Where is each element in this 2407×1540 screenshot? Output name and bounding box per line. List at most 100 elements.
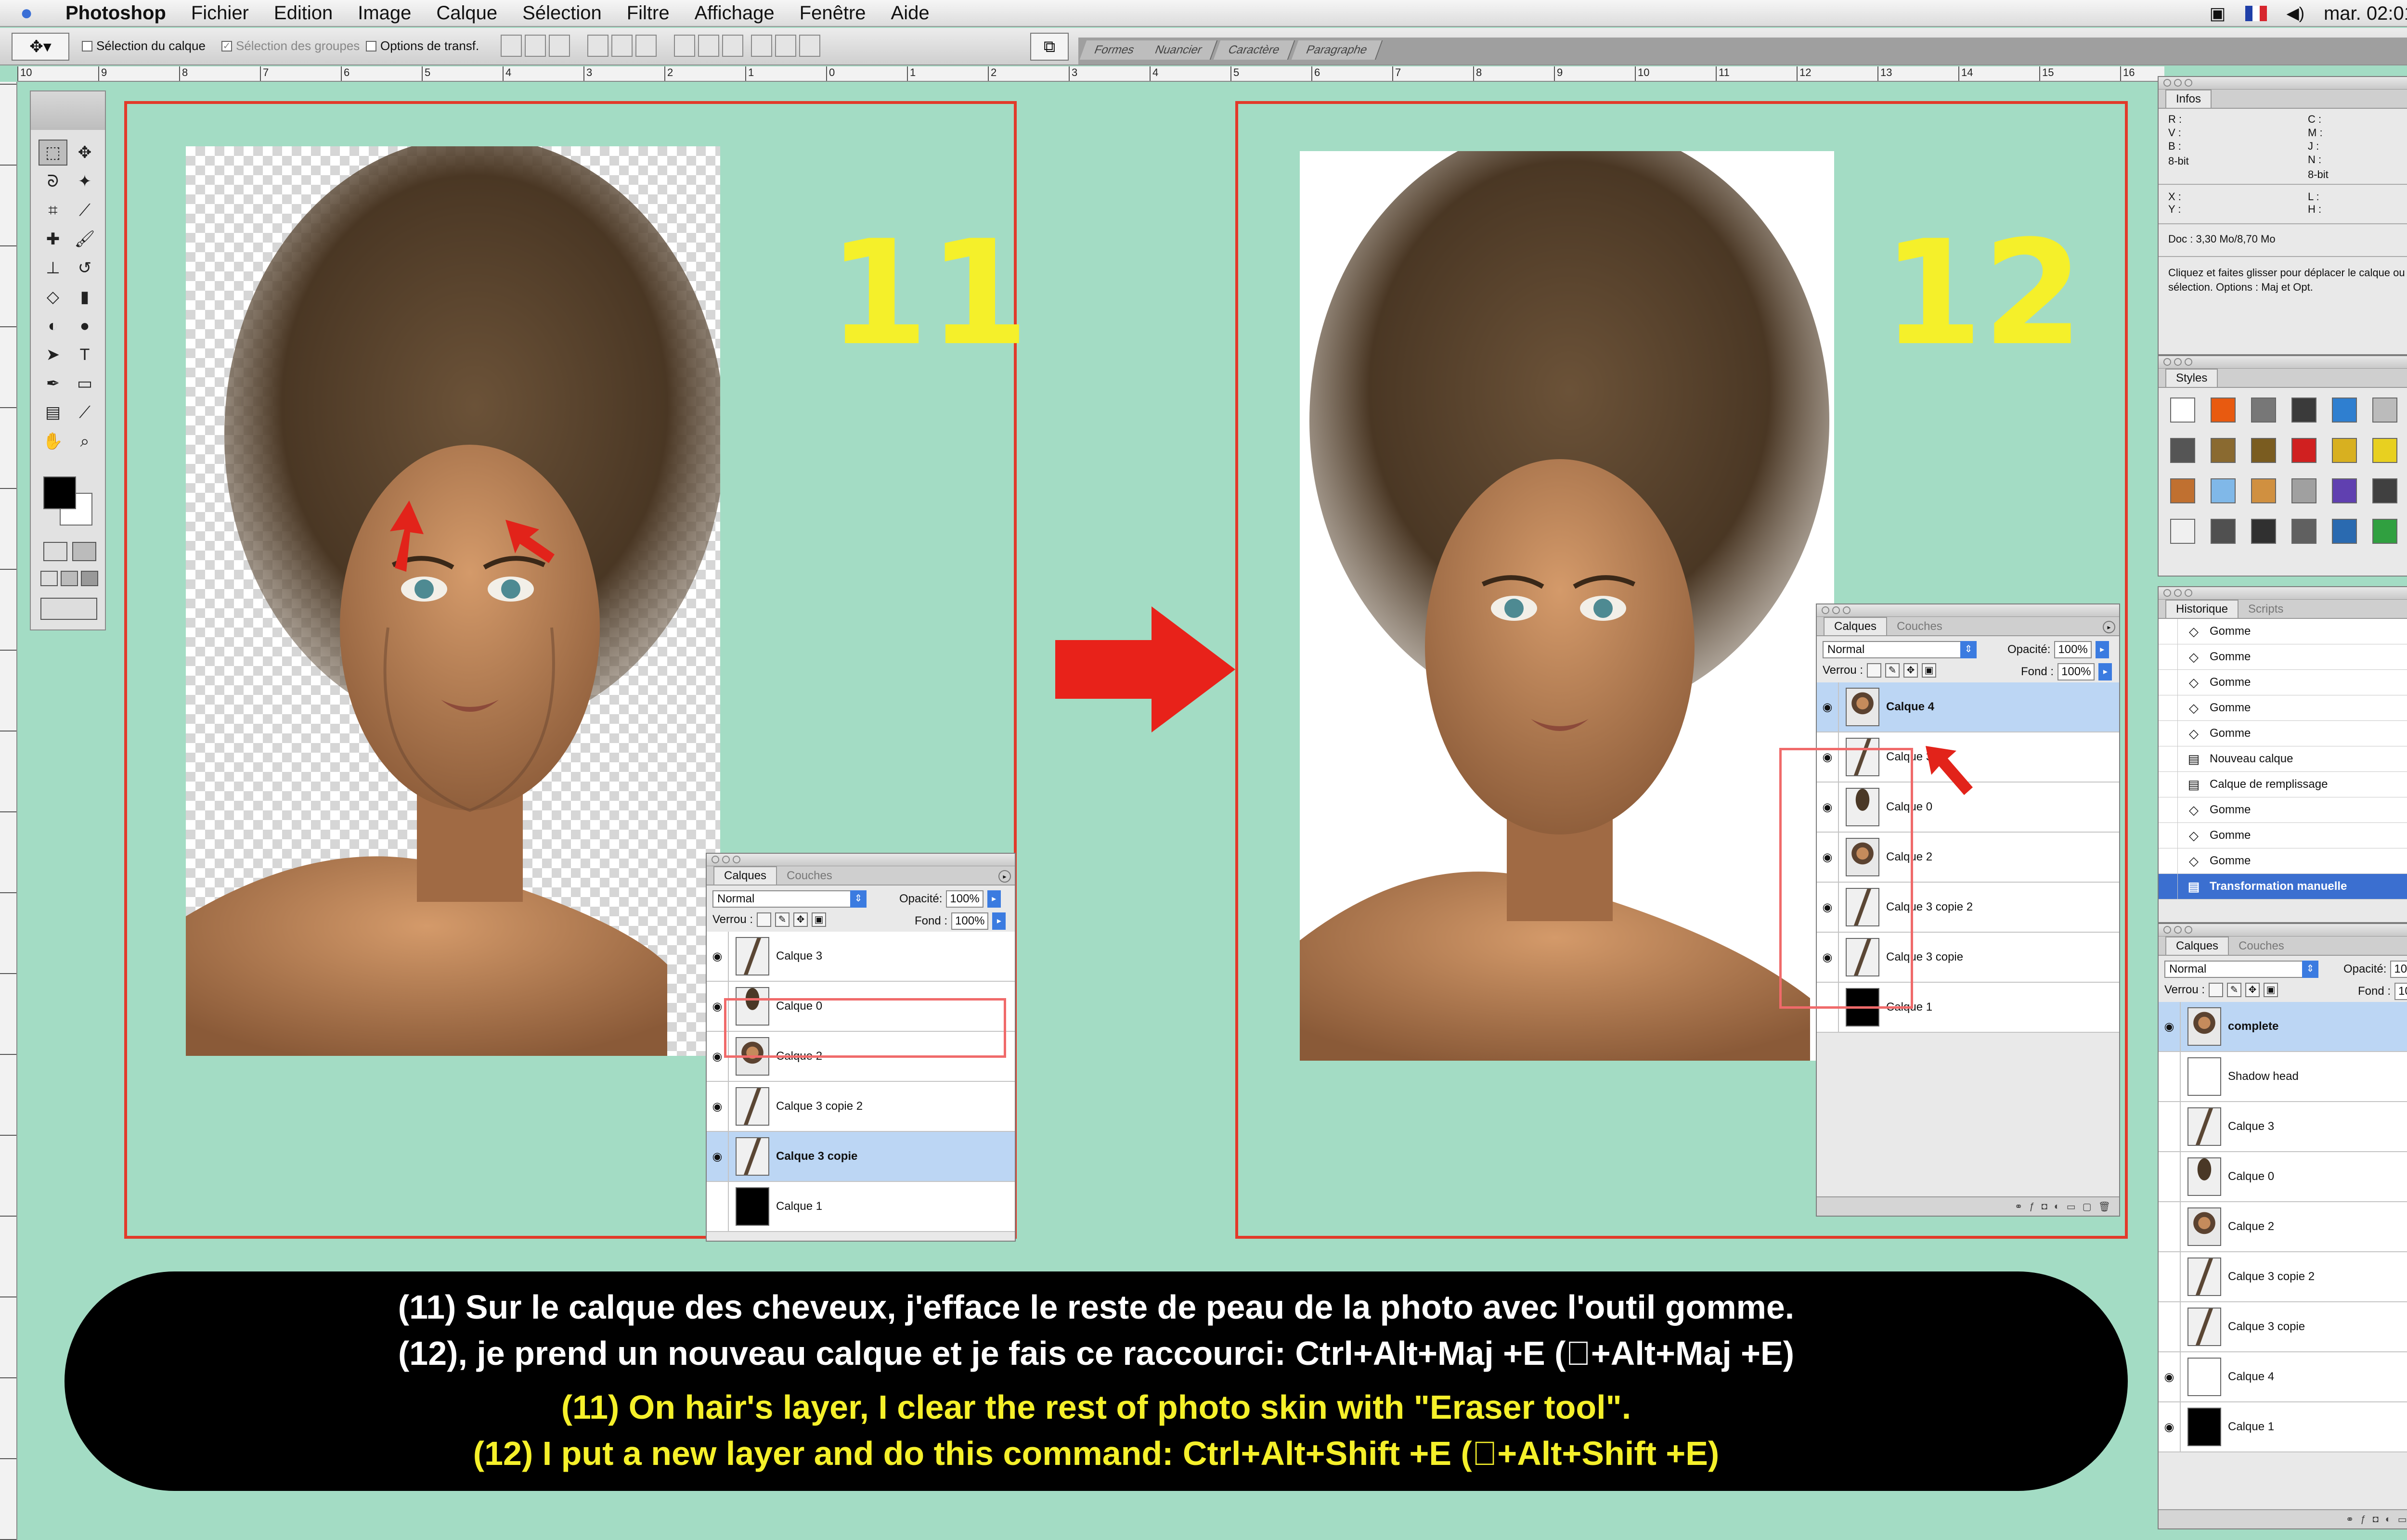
history-snapshot-checkbox[interactable] [2159,772,2178,797]
history-item[interactable]: ◇ Gomme [2159,823,2407,848]
visibility-toggle-empty[interactable] [2159,1052,2181,1101]
lock-transparency-icon[interactable] [757,912,772,927]
lock-move-icon[interactable]: ✥ [1903,663,1918,678]
style-swatch[interactable] [2372,478,2397,503]
crop-tool-icon[interactable]: ⌗ [39,197,67,223]
menu-image[interactable]: Image [345,2,424,24]
style-swatch[interactable] [2372,519,2397,544]
history-item[interactable]: ◇ Gomme [2159,797,2407,823]
menu-app-name[interactable]: Photoshop [53,2,179,24]
zoom-icon[interactable] [2185,589,2192,597]
style-swatch[interactable] [2291,398,2316,423]
magic-wand-tool-icon[interactable]: ✦ [70,168,99,194]
fill-slider-button[interactable]: ▸ [2098,663,2112,680]
tab-infos[interactable]: Infos [2165,90,2212,108]
distribute-buttons[interactable] [674,35,743,57]
healing-brush-icon[interactable]: ✚ [39,226,67,252]
history-brush-icon[interactable]: ↺ [70,255,99,281]
visibility-toggle-empty[interactable] [2159,1202,2181,1251]
style-swatch[interactable] [2251,398,2276,423]
distribute-top-icon[interactable] [674,35,695,57]
layer-row[interactable]: ◉ Calque 3 [707,932,1015,982]
select-groups-checkbox[interactable]: ✓ Sélection des groupes [221,38,360,53]
tab-calques[interactable]: Calques [1824,617,1888,635]
layer-row[interactable]: Calque 3 copie 2 [2159,1252,2407,1302]
visibility-toggle-empty[interactable] [2159,1102,2181,1151]
minimize-icon[interactable] [2174,926,2182,934]
style-swatch[interactable] [2170,438,2195,463]
layer-row[interactable]: ◉ Calque 4 [2159,1352,2407,1402]
style-swatch[interactable] [2251,438,2276,463]
layer-row[interactable]: ◉ Calque 1 [2159,1402,2407,1452]
eye-visibility-icon[interactable]: ◉ [1817,682,1839,732]
palette-menu-icon[interactable]: ▸ [2103,621,2115,633]
minimize-icon[interactable] [1832,606,1840,614]
history-item[interactable]: ◇ Gomme [2159,721,2407,746]
link-layers-icon[interactable]: ⚭ [2015,1201,2023,1213]
layer-style-icon[interactable]: ƒ [2029,1201,2034,1212]
style-swatch[interactable] [2251,478,2276,503]
visibility-toggle-empty[interactable] [2159,1152,2181,1201]
history-snapshot-checkbox[interactable] [2159,797,2178,822]
history-snapshot-checkbox[interactable] [2159,823,2178,848]
distribute-right-icon[interactable] [799,35,820,57]
blend-mode-select[interactable]: Normal ⇕ [712,890,867,908]
close-icon[interactable] [2163,589,2171,597]
align-middle-icon[interactable] [525,35,546,57]
visibility-toggle-empty[interactable] [2159,1252,2181,1301]
history-snapshot-checkbox[interactable] [2159,874,2178,899]
align-h-buttons[interactable] [587,35,657,57]
history-item[interactable]: ◇ Gomme [2159,644,2407,670]
eye-visibility-icon[interactable]: ◉ [707,932,729,981]
screen-mode-1-icon[interactable] [40,571,58,586]
distribute-hcenter-icon[interactable] [775,35,796,57]
marquee-tool-icon[interactable]: ⬚ [39,140,67,166]
type-tool-icon[interactable]: T [70,342,99,368]
brush-tool-icon[interactable]: 🖌 [70,226,99,252]
add-mask-icon[interactable]: ◘ [2042,1201,2047,1212]
style-swatch[interactable] [2170,478,2195,503]
fill-field[interactable]: 100% [951,912,989,930]
style-swatch[interactable] [2170,398,2195,423]
visibility-toggle-empty[interactable] [707,1182,729,1231]
tab-historique[interactable]: Historique [2165,600,2239,618]
style-swatch[interactable] [2332,398,2357,423]
zoom-icon[interactable] [2185,79,2192,87]
volume-icon[interactable]: ◀) [2287,4,2304,23]
style-swatch[interactable] [2291,519,2316,544]
eye-visibility-icon[interactable]: ◉ [2159,1352,2181,1401]
lock-paint-icon[interactable]: ✎ [2227,983,2242,997]
close-icon[interactable] [712,856,719,863]
style-swatch[interactable] [2291,438,2316,463]
close-icon[interactable] [2163,926,2171,934]
fill-slider-button[interactable]: ▸ [992,912,1006,930]
tab-styles[interactable]: Styles [2165,369,2218,387]
tab-scripts[interactable]: Scripts [2239,601,2293,618]
notes-tool-icon[interactable]: ▤ [39,399,67,425]
style-swatch[interactable] [2170,519,2195,544]
eraser-tool-icon[interactable]: ◇ [39,284,67,310]
layer-style-icon[interactable]: ƒ [2360,1514,2366,1525]
lock-move-icon[interactable]: ✥ [2245,983,2260,997]
screen-mode-3-icon[interactable] [81,571,98,586]
history-item[interactable]: ◇ Gomme [2159,695,2407,721]
menu-filtre[interactable]: Filtre [614,2,682,24]
zoom-icon[interactable] [1843,606,1851,614]
color-swatches[interactable] [43,476,96,529]
zoom-icon[interactable] [2185,358,2192,366]
fill-field[interactable]: 100% [2394,983,2407,1000]
layer-row[interactable]: Shadow head [2159,1052,2407,1102]
history-item[interactable]: ▤ Calque de remplissage [2159,772,2407,797]
style-swatch[interactable] [2332,519,2357,544]
style-swatch[interactable] [2332,478,2357,503]
history-item[interactable]: ▤ Nouveau calque [2159,746,2407,772]
close-icon[interactable] [2163,79,2171,87]
vertical-ruler[interactable] [0,82,17,1540]
distribute-middle-icon[interactable] [698,35,719,57]
transform-options-checkbox[interactable]: Options de transf. [366,38,479,53]
style-swatch[interactable] [2251,519,2276,544]
history-item[interactable]: ▤ Transformation manuelle [2159,874,2407,899]
path-select-icon[interactable]: ➤ [39,342,67,368]
zoom-tool-icon[interactable]: ⌕ [70,428,99,454]
blend-mode-select[interactable]: Normal ⇕ [2164,961,2318,978]
